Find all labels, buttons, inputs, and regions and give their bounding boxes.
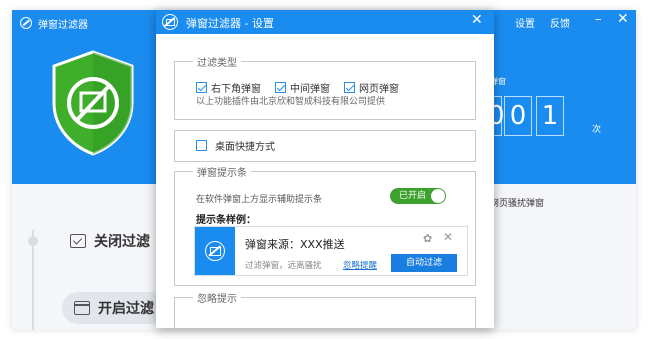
gear-icon[interactable]: ✿ bbox=[423, 232, 432, 245]
shield-icon bbox=[52, 50, 134, 156]
app-name: 弹窗过滤器 bbox=[38, 20, 88, 31]
popup-filter-icon bbox=[205, 241, 225, 261]
app-logo-icon bbox=[20, 17, 32, 29]
sample-tip-card: 弹窗来源：XXX推送 ✿ ✕ 过滤弹窗，远离骚扰 忽略提醒 自动过滤 bbox=[194, 226, 468, 276]
popup-type-label: 网页骚扰弹窗 bbox=[490, 199, 545, 209]
close-filter-label: 关闭过滤 bbox=[94, 234, 150, 250]
open-filter-row[interactable]: 开启过滤 bbox=[62, 292, 166, 324]
counter-digit: 0 bbox=[504, 96, 532, 136]
ignore-reminder-link[interactable]: 忽略提醒 bbox=[343, 259, 377, 271]
option-label: 中间弹窗 bbox=[290, 84, 330, 95]
close-icon[interactable]: ✕ bbox=[443, 230, 453, 244]
sample-icon-box bbox=[195, 227, 235, 275]
tip-bar-toggle[interactable]: 已开启 bbox=[390, 188, 446, 204]
filter-type-options: 右下角弹窗 中间弹窗 网页弹窗 bbox=[196, 80, 413, 95]
minimize-button[interactable]: – bbox=[595, 12, 602, 27]
settings-dialog: 弹窗过滤器 - 设置 ✕ 过滤类型 右下角弹窗 中间弹窗 网页弹窗 以上功能插件… bbox=[156, 10, 494, 328]
counter-digit: 1 bbox=[536, 96, 564, 136]
ignore-tips-legend: 忽略提示 bbox=[197, 294, 237, 305]
dialog-title: 弹窗过滤器 - 设置 bbox=[186, 17, 274, 30]
sample-title: 弹窗来源：XXX推送 bbox=[245, 238, 345, 251]
toggle-knob bbox=[431, 189, 445, 203]
toggle-label: 已开启 bbox=[399, 191, 427, 201]
auto-filter-button[interactable]: 自动过滤 bbox=[391, 254, 457, 272]
counter-unit: 次 bbox=[592, 125, 602, 135]
open-filter-label: 开启过滤 bbox=[98, 301, 154, 317]
timeline-dot bbox=[28, 236, 38, 246]
checkbox-web-popup[interactable]: 网页弹窗 bbox=[344, 80, 399, 95]
tip-bar-description: 在软件弹窗上方显示辅助提示条 bbox=[196, 195, 323, 205]
dialog-titlebar: 弹窗过滤器 - 设置 ✕ bbox=[156, 10, 494, 34]
checkbox-checked-icon bbox=[275, 82, 286, 93]
ignore-tips-group: 忽略提示 bbox=[174, 290, 476, 328]
checkbox-checked-icon bbox=[344, 82, 355, 93]
option-label: 网页弹窗 bbox=[359, 84, 399, 95]
checkbox-center-popup[interactable]: 中间弹窗 bbox=[275, 80, 330, 95]
option-label: 右下角弹窗 bbox=[211, 84, 261, 95]
checkbox-icon bbox=[70, 234, 86, 248]
dialog-close-button[interactable]: ✕ bbox=[471, 12, 483, 28]
popup-filter-icon bbox=[162, 14, 178, 30]
checkbox-bottom-right-popup[interactable]: 右下角弹窗 bbox=[196, 80, 261, 95]
checkbox-checked-icon bbox=[196, 82, 207, 93]
screen: 弹窗过滤器 设置 反馈 – ✕ 弹窗 0 0 1 次 网页骚扰弹窗 关闭过滤 开… bbox=[0, 0, 648, 339]
settings-menu[interactable]: 设置 bbox=[515, 15, 535, 30]
feedback-menu[interactable]: 反馈 bbox=[550, 15, 570, 30]
window-icon bbox=[74, 301, 90, 315]
desktop-shortcut-label: 桌面快捷方式 bbox=[215, 142, 275, 153]
close-filter-row[interactable]: 关闭过滤 bbox=[70, 228, 150, 254]
checkbox-desktop-shortcut[interactable]: 桌面快捷方式 bbox=[196, 138, 275, 153]
checkbox-unchecked-icon bbox=[196, 140, 207, 151]
main-close-button[interactable]: ✕ bbox=[617, 11, 629, 27]
tip-bar-legend: 弹窗提示条 bbox=[197, 168, 247, 179]
filter-type-legend: 过滤类型 bbox=[197, 58, 237, 69]
sample-label: 提示条样例： bbox=[196, 215, 256, 226]
sample-subtitle: 过滤弹窗，远离骚扰 bbox=[245, 261, 322, 271]
filter-type-description: 以上功能插件由北京欣和智成科技有限公司提供 bbox=[196, 97, 386, 107]
